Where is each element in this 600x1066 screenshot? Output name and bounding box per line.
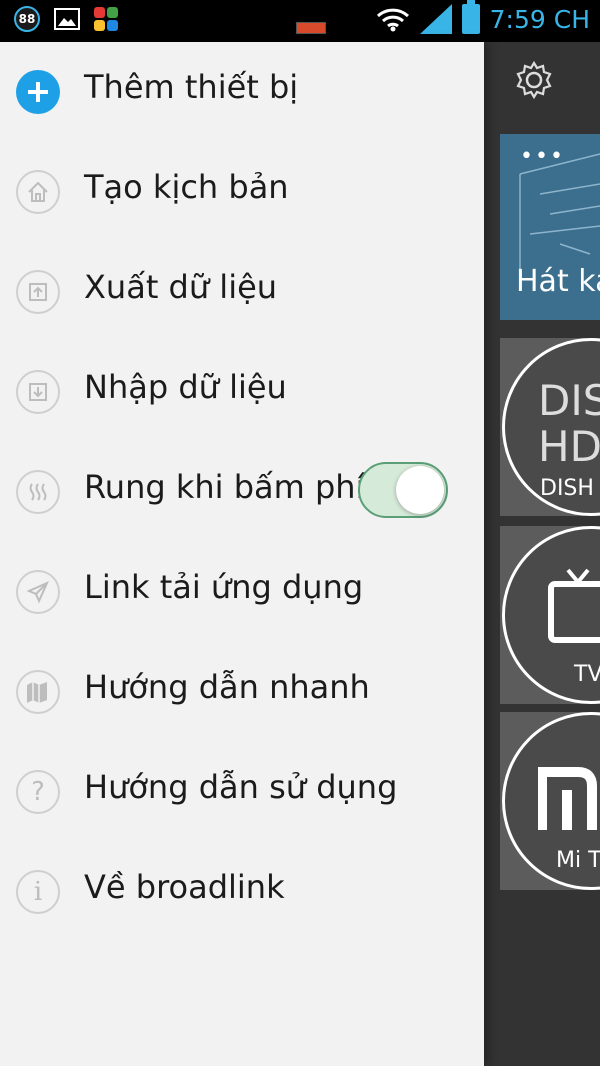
mi-logo-icon (538, 767, 597, 830)
menu-item-label: Thêm thiết bị (84, 68, 299, 106)
map-icon (16, 670, 60, 714)
clock: 7:59 CH (489, 4, 590, 34)
home-icon (16, 170, 60, 214)
menu-item-label: Xuất dữ liệu (84, 268, 278, 306)
menu-item-label: Hướng dẫn nhanh (84, 668, 370, 706)
device-card-label: Hát ka (516, 264, 600, 299)
info-icon: i (16, 870, 60, 914)
menu-item-about[interactable]: i Về broadlink (0, 842, 484, 942)
tv-icon (548, 568, 600, 643)
menu-item-vibrate[interactable]: Rung khi bấm phím (0, 442, 484, 542)
menu-item-user-guide[interactable]: ? Hướng dẫn sử dụng (0, 742, 484, 842)
dish-logo-text: DIS HD (538, 376, 600, 471)
menu-item-export-data[interactable]: Xuất dữ liệu (0, 242, 484, 342)
notification-badge-icon: 88 (14, 6, 40, 32)
device-card-mi[interactable]: Mi T (500, 712, 600, 890)
plus-icon (16, 70, 60, 114)
menu-item-label: Hướng dẫn sử dụng (84, 768, 398, 806)
menu-item-label: Nhập dữ liệu (84, 368, 287, 406)
device-card-karaoke[interactable]: ••• Hát ka (500, 134, 600, 320)
menu-item-add-device[interactable]: Thêm thiết bị (0, 42, 484, 142)
device-card-tv[interactable]: TV (500, 526, 600, 704)
question-icon: ? (16, 770, 60, 814)
device-card-label: DISH (540, 476, 594, 501)
wifi-icon (376, 8, 409, 32)
settings-gear-icon[interactable] (514, 60, 554, 100)
apps-icon (94, 7, 118, 31)
menu-item-label: Tạo kịch bản (84, 168, 289, 206)
vibrate-icon (16, 470, 60, 514)
menu-item-label: Rung khi bấm phím (84, 468, 396, 506)
device-card-label: Mi T (556, 848, 600, 873)
download-icon (16, 370, 60, 414)
send-icon (16, 570, 60, 614)
menu-item-quick-guide[interactable]: Hướng dẫn nhanh (0, 642, 484, 742)
battery-icon (461, 0, 480, 34)
menu-item-import-data[interactable]: Nhập dữ liệu (0, 342, 484, 442)
menu-item-create-scene[interactable]: Tạo kịch bản (0, 142, 484, 242)
device-card-dish[interactable]: DIS HD DISH (500, 338, 600, 516)
menu-item-label: Link tải ứng dụng (84, 568, 364, 606)
status-bar: 88 7:59 CH (0, 0, 600, 42)
vibrate-toggle[interactable] (358, 462, 448, 518)
device-card-label: TV (574, 662, 600, 687)
upload-icon (16, 270, 60, 314)
toggle-knob[interactable] (396, 466, 444, 514)
signal-icon (419, 4, 452, 34)
menu-item-label: Về broadlink (84, 868, 285, 906)
gallery-icon (54, 8, 80, 30)
navigation-drawer: Thêm thiết bị Tạo kịch bản Xuất dữ liệu … (0, 42, 484, 1066)
battery-widget-icon (296, 22, 326, 34)
menu-item-download-link[interactable]: Link tải ứng dụng (0, 542, 484, 642)
